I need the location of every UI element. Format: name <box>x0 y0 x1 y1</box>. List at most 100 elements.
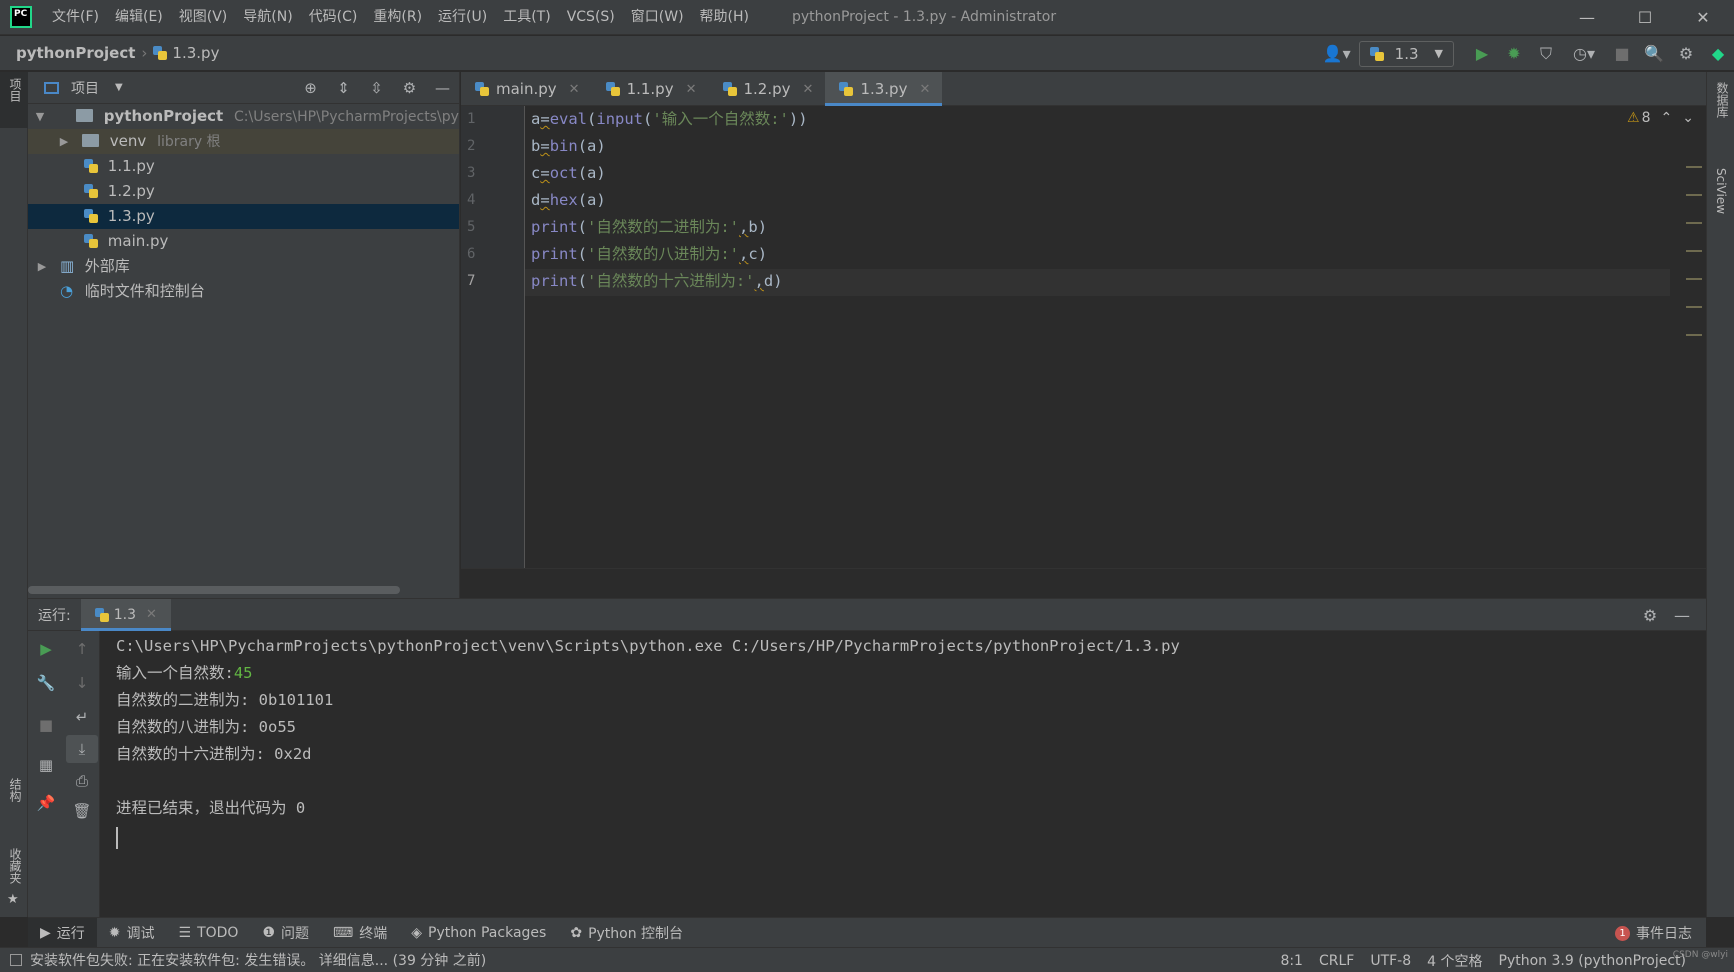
tree-root-path: C:\Users\HP\PycharmProjects\pythonProjec… <box>233 109 459 125</box>
tab-main-py[interactable]: main.py ✕ <box>461 72 592 106</box>
minimize-button[interactable]: — <box>1558 0 1616 35</box>
settings-button[interactable]: ⚙ <box>1670 36 1702 71</box>
warning-stripe-mark[interactable] <box>1686 222 1702 224</box>
warning-stripe-mark[interactable] <box>1686 250 1702 252</box>
debug-button[interactable]: ✹ <box>1498 36 1530 71</box>
project-view-selector[interactable]: 项目 ▼ <box>28 78 123 98</box>
menu-vcs[interactable]: VCS(S) <box>559 0 623 35</box>
menu-window[interactable]: 窗口(W) <box>623 0 692 35</box>
tree-item-venv[interactable]: ▶ venv library 根 <box>28 129 459 154</box>
breadcrumb-project[interactable]: pythonProject <box>16 44 135 62</box>
tab-1-3-py-active[interactable]: 1.3.py ✕ <box>825 72 943 106</box>
warning-stripe-mark[interactable] <box>1686 194 1702 196</box>
tree-item-file[interactable]: 1.2.py <box>28 179 459 204</box>
expand-all-button[interactable]: ⇕ <box>327 72 360 104</box>
favorites-tool-button[interactable]: 收藏夹 ★ <box>0 842 28 912</box>
close-window-button[interactable]: ✕ <box>1674 0 1732 35</box>
sciview-tool-button[interactable]: SciView <box>1707 162 1734 242</box>
run-config-selector[interactable]: 1.3 ▼ <box>1358 40 1454 67</box>
tree-root-project[interactable]: ▼ pythonProject C:\Users\HP\PycharmProje… <box>28 104 459 129</box>
tab-1-2-py[interactable]: 1.2.py ✕ <box>709 72 826 106</box>
run-button[interactable]: ▶ <box>1466 36 1498 71</box>
scroll-up-button[interactable]: ↑ <box>66 635 98 663</box>
coverage-button[interactable]: ⛉ <box>1530 36 1562 71</box>
line-separator[interactable]: CRLF <box>1319 953 1354 969</box>
caret-position[interactable]: 8:1 <box>1280 953 1303 969</box>
tool-window-python-packages[interactable]: ◈ Python Packages <box>399 918 558 948</box>
run-panel-settings-button[interactable]: ⚙ <box>1634 598 1666 633</box>
user-account-button[interactable]: 👤▾ <box>1315 36 1359 71</box>
tool-window-debug[interactable]: ✹ 调试 <box>97 918 167 948</box>
tool-window-run[interactable]: ▶ 运行 <box>28 917 97 948</box>
modify-config-button[interactable]: 🔧 <box>30 669 62 697</box>
tree-item-scratches[interactable]: ◔ 临时文件和控制台 <box>28 279 459 304</box>
scroll-to-end-button[interactable]: ⤓ <box>66 735 98 763</box>
structure-tool-button[interactable]: 结构 <box>0 772 28 832</box>
event-log-button[interactable]: 1 事件日志 <box>1615 918 1692 948</box>
maximize-button[interactable]: ☐ <box>1616 0 1674 35</box>
locate-file-button[interactable]: ⊕ <box>294 72 327 104</box>
menu-code[interactable]: 代码(C) <box>301 0 366 35</box>
inspection-widget[interactable]: ⚠ 8 ⌃ ⌄ <box>1627 110 1694 126</box>
menu-file[interactable]: 文件(F) <box>44 0 107 35</box>
tree-item-file[interactable]: 1.1.py <box>28 154 459 179</box>
hide-panel-button[interactable]: — <box>426 72 459 104</box>
close-tab-icon[interactable]: ✕ <box>919 82 930 97</box>
run-tab-1-3[interactable]: 1.3 ✕ <box>80 598 172 631</box>
tool-window-problems[interactable]: ❶ 问题 <box>250 918 321 948</box>
python-interpreter[interactable]: Python 3.9 (pythonProject) <box>1499 953 1687 969</box>
collapse-all-button[interactable]: ⇳ <box>360 72 393 104</box>
tree-item-external-libraries[interactable]: ▶ ▥ 外部库 <box>28 254 459 279</box>
code-line-4: d=hex(a) <box>531 191 606 209</box>
warning-stripe-mark[interactable] <box>1686 166 1702 168</box>
rerun-button[interactable]: ▶ <box>30 635 62 663</box>
clear-all-button[interactable]: 🗑 <box>66 797 98 825</box>
project-options-button[interactable]: ⚙ <box>393 72 426 104</box>
warning-stripe-mark[interactable] <box>1686 278 1702 280</box>
chevron-up-icon[interactable]: ⌃ <box>1661 110 1673 126</box>
status-message[interactable]: 安装软件包失败: 正在安装软件包: 发生错误。 详细信息... (39 分钟 之… <box>0 950 486 970</box>
indent-setting[interactable]: 4 个空格 <box>1427 951 1482 971</box>
stop-process-button[interactable]: ■ <box>30 711 62 739</box>
stop-button[interactable]: ■ <box>1606 36 1638 71</box>
close-tab-icon[interactable]: ✕ <box>146 607 157 622</box>
project-tool-button[interactable]: 项目 <box>0 72 28 128</box>
menu-help[interactable]: 帮助(H) <box>692 0 757 35</box>
menu-tools[interactable]: 工具(T) <box>495 0 558 35</box>
tree-item-label: 外部库 <box>84 257 130 275</box>
menu-run[interactable]: 运行(U) <box>430 0 495 35</box>
menu-edit[interactable]: 编辑(E) <box>107 0 171 35</box>
close-tab-icon[interactable]: ✕ <box>803 82 814 97</box>
chevron-down-icon[interactable]: ⌄ <box>1682 110 1694 126</box>
tab-1-1-py[interactable]: 1.1.py ✕ <box>592 72 709 106</box>
menu-refactor[interactable]: 重构(R) <box>365 0 430 35</box>
warning-stripe-mark[interactable] <box>1686 334 1702 336</box>
tree-item-file-selected[interactable]: 1.3.py <box>28 204 459 229</box>
file-encoding[interactable]: UTF-8 <box>1370 953 1411 969</box>
close-tab-icon[interactable]: ✕ <box>569 82 580 97</box>
breadcrumb-file[interactable]: 1.3.py <box>172 44 219 62</box>
warning-stripe-mark[interactable] <box>1686 306 1702 308</box>
code-with-me-button[interactable]: ◆ <box>1702 36 1734 71</box>
profile-button[interactable]: ◷▾ <box>1562 36 1606 71</box>
layout-button[interactable]: ▦ <box>30 751 62 779</box>
status-toggle-icon[interactable] <box>10 954 22 966</box>
run-console[interactable]: C:\Users\HP\PycharmProjects\pythonProjec… <box>101 631 1706 917</box>
code-editor[interactable]: 1 2 3 4 5 6 7 a=eval(input('输入一个自然数:')) … <box>461 106 1706 568</box>
close-tab-icon[interactable]: ✕ <box>686 82 697 97</box>
tool-window-terminal[interactable]: ⌨ 终端 <box>321 918 399 948</box>
search-everywhere-button[interactable]: 🔍 <box>1638 36 1670 71</box>
tree-item-file[interactable]: main.py <box>28 229 459 254</box>
database-tool-button[interactable]: 数据库 <box>1707 76 1734 146</box>
menu-view[interactable]: 视图(V) <box>171 0 236 35</box>
pin-tab-button[interactable]: 📌 <box>30 789 62 817</box>
scroll-down-button[interactable]: ↓ <box>66 669 98 697</box>
tool-window-python-console[interactable]: ✿ Python 控制台 <box>558 918 695 948</box>
soft-wrap-button[interactable]: ↵ <box>66 703 98 731</box>
horizontal-scrollbar[interactable] <box>28 586 400 594</box>
print-button[interactable]: ⎙ <box>66 767 98 795</box>
hide-run-panel-button[interactable]: — <box>1666 598 1698 633</box>
tool-window-todo[interactable]: ☰ TODO <box>167 918 251 948</box>
menu-navigate[interactable]: 导航(N) <box>235 0 300 35</box>
console-output-line: 自然数的十六进制为: 0x2d <box>116 745 312 763</box>
